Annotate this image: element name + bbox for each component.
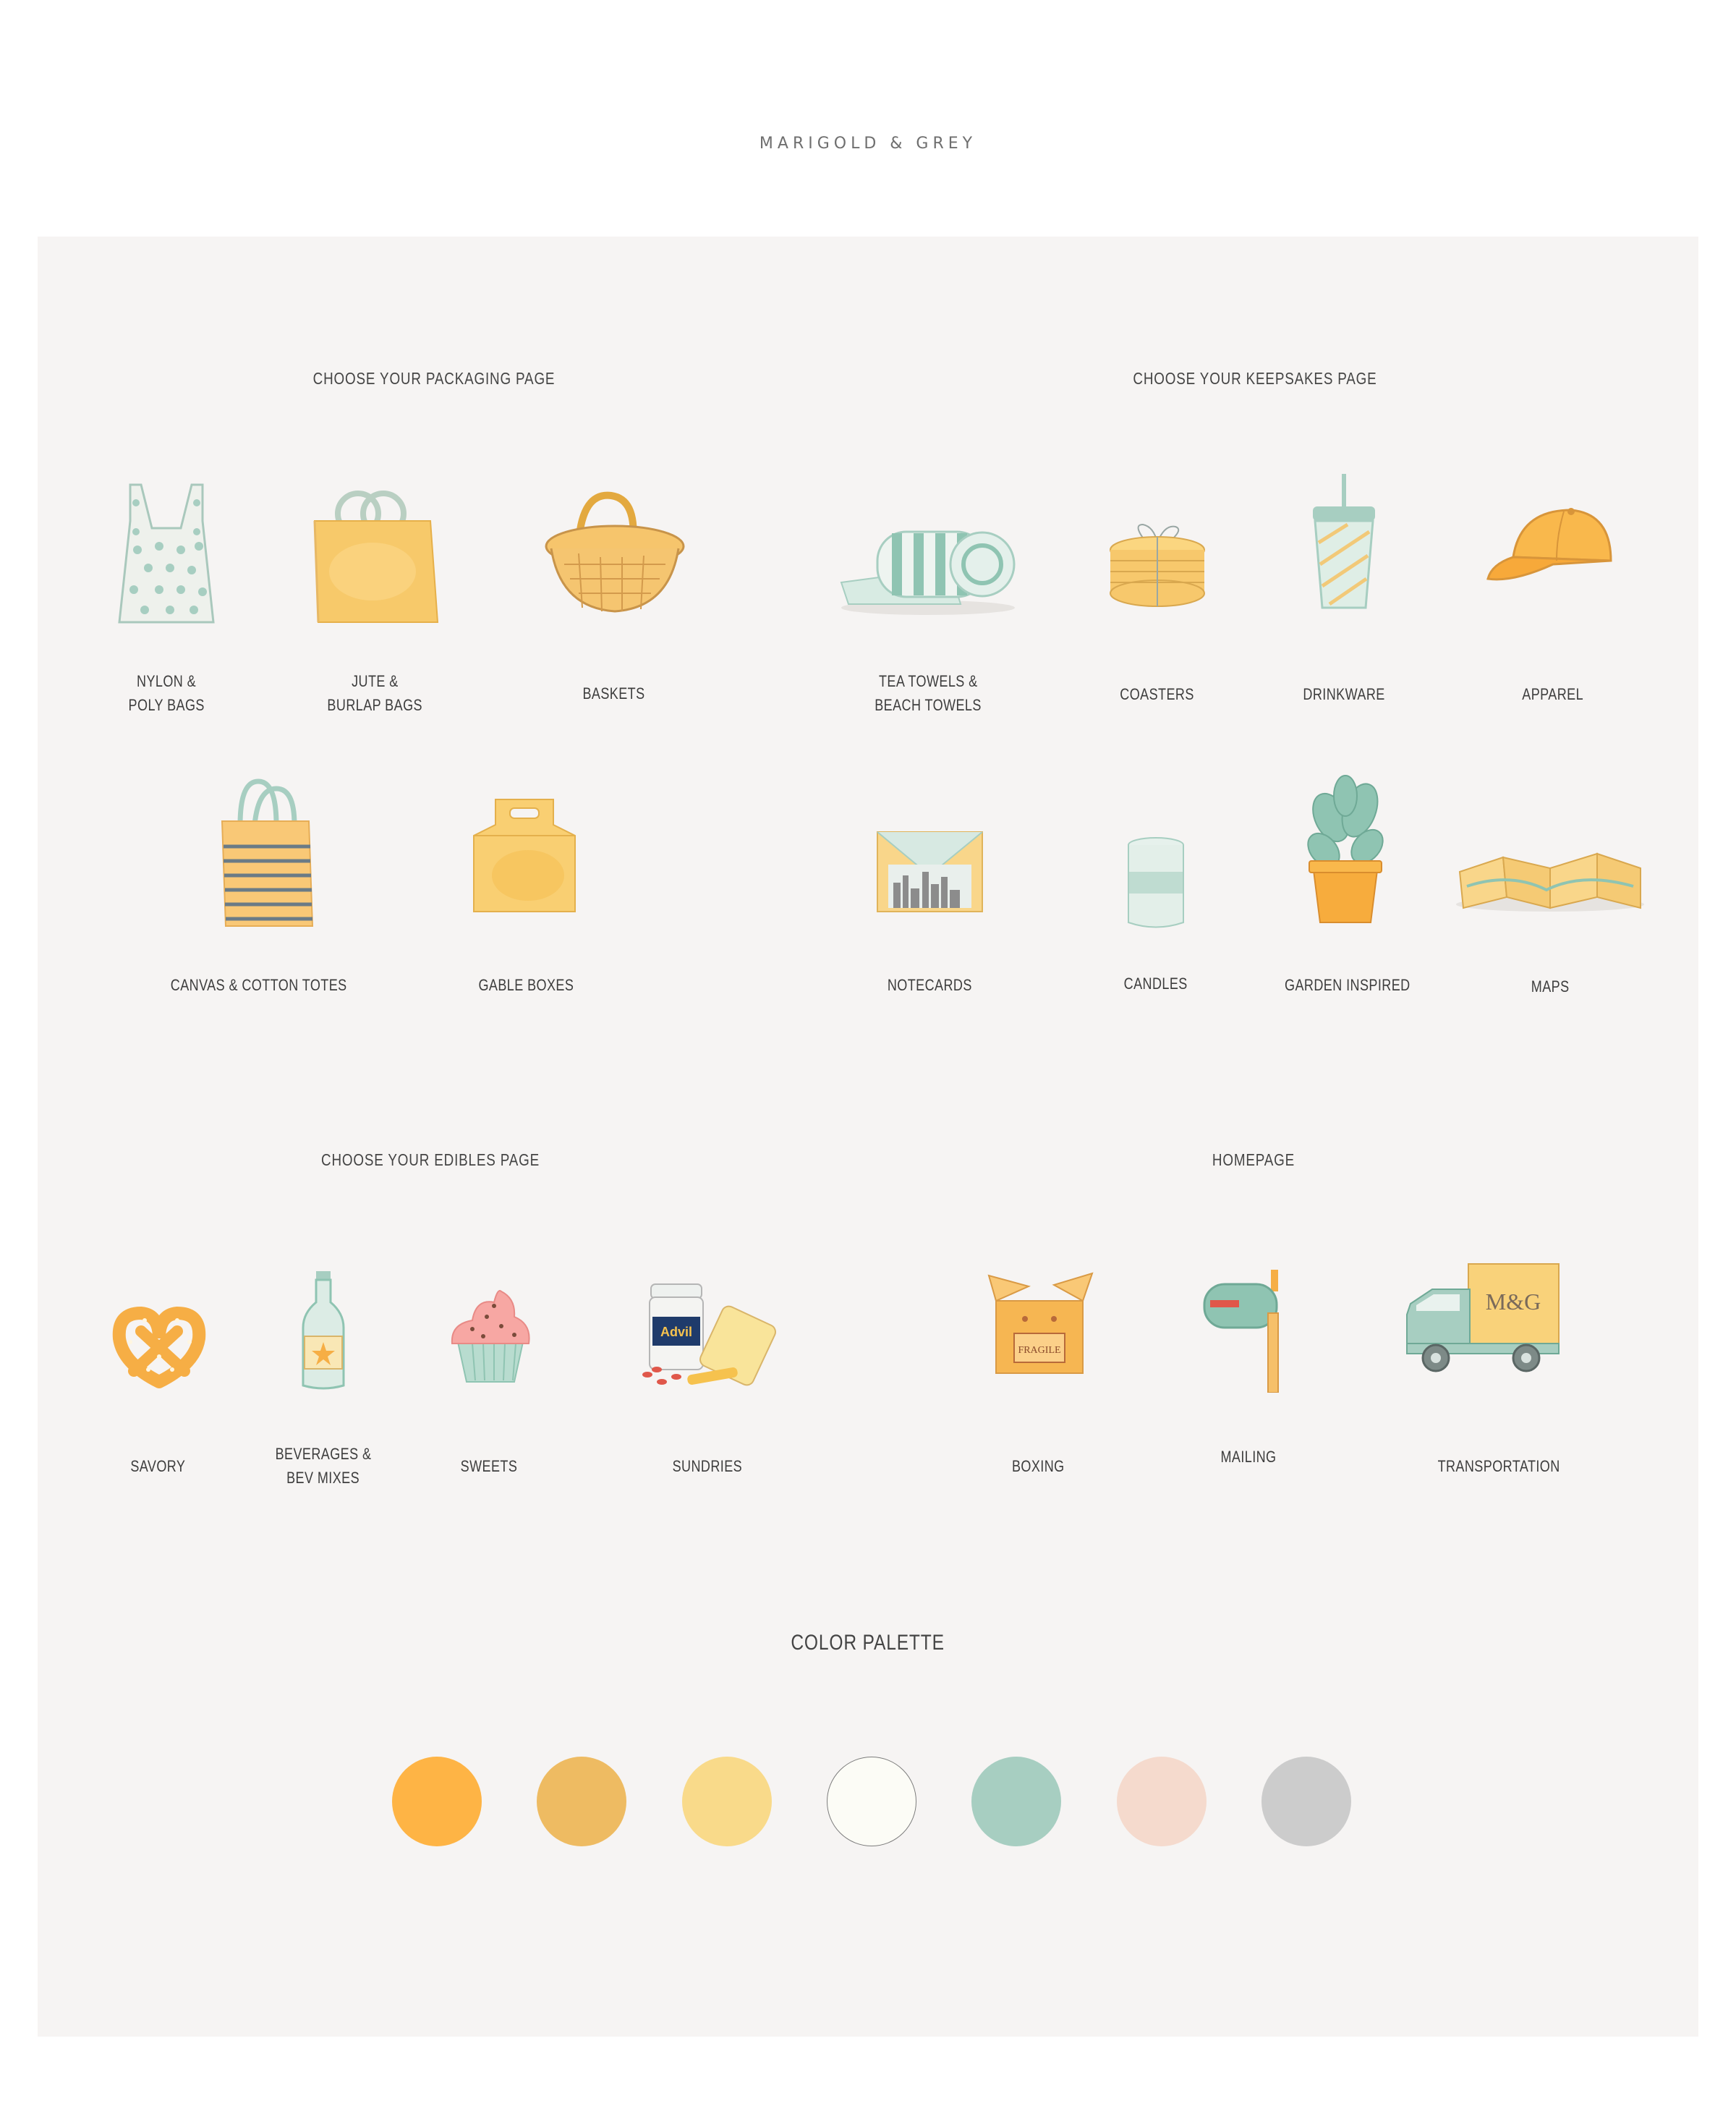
fragile-text: FRAGILE [1018,1345,1060,1356]
packaging-item-baskets[interactable] [495,485,734,622]
polka-dot-bag-icon [118,483,215,624]
keepsake-item-notecards[interactable] [809,825,1047,919]
keepsake-item-apparel[interactable] [1434,503,1672,597]
packaging-item-nylon-bags[interactable] [47,470,286,629]
label-notecards: NOTECARDS [887,976,972,994]
palette-swatch-2 [537,1757,626,1846]
pretzel-icon [112,1306,206,1388]
section-title-edibles: CHOOSE YOUR EDIBLES PAGE [321,1150,540,1169]
label-boxing: BOXING [1011,1457,1065,1475]
home-item-mailing[interactable] [1121,1262,1360,1393]
truck-logo-text: M&G [1486,1289,1541,1315]
fragile-box-icon: FRAGILE [987,1272,1094,1374]
jute-bag-icon [313,491,439,623]
basket-icon [545,491,685,613]
home-item-transportation[interactable]: M&G [1363,1260,1602,1376]
keepsake-item-towels[interactable] [809,517,1047,619]
sundries-brand-text: Advil [660,1325,692,1339]
delivery-truck-icon: M&G [1406,1263,1560,1372]
sundries-icon: Advil [642,1283,776,1386]
palette-swatch-1 [392,1757,482,1846]
label-towels: TEA TOWELS & BEACH TOWELS [875,672,982,714]
label-mailing: MAILING [1220,1448,1277,1466]
brand-wordmark: MARIGOLD & GREY [759,135,977,153]
edible-item-sundries[interactable]: Advil [590,1277,828,1393]
bottle-icon [302,1271,345,1390]
packaging-item-canvas-totes[interactable] [146,774,385,933]
label-drinkware: DRINKWARE [1303,685,1385,703]
folded-map-icon [1456,852,1644,912]
label-canvas-totes: CANVAS & COTTON TOTES [171,976,347,994]
tumbler-icon [1313,474,1375,609]
label-gable-boxes: GABLE BOXES [478,976,574,994]
label-sweets: SWEETS [460,1457,518,1475]
palette-swatch-5 [971,1757,1061,1846]
section-title-homepage: HOMEPAGE [1212,1150,1295,1169]
label-baskets: BASKETS [582,684,645,703]
potted-plant-icon [1307,775,1384,923]
packaging-item-gable-boxes[interactable] [405,792,644,922]
edible-item-sweets[interactable] [371,1284,610,1385]
palette-swatch-7 [1261,1757,1351,1846]
mailbox-icon [1203,1270,1279,1393]
coasters-icon [1110,523,1205,607]
palette-swatch-3 [682,1757,772,1846]
notecard-icon [877,831,983,912]
keepsake-item-drinkware[interactable] [1225,470,1463,615]
packaging-item-jute-bags[interactable] [253,478,492,629]
cap-icon [1486,508,1612,581]
striped-tote-icon [221,778,314,927]
label-apparel: APPAREL [1522,685,1584,703]
label-maps: MAPS [1531,977,1570,996]
palette-title: COLOR PALETTE [791,1631,945,1655]
label-transportation: TRANSPORTATION [1437,1457,1560,1475]
label-sundries: SUNDRIES [672,1457,743,1475]
section-title-keepsakes: CHOOSE YOUR KEEPSAKES PAGE [1133,369,1377,388]
gable-box-icon [473,799,576,912]
keepsake-item-maps[interactable] [1431,843,1669,915]
keepsake-item-garden[interactable] [1226,774,1465,926]
cupcake-icon [451,1290,530,1383]
palette-swatch-6 [1117,1757,1207,1846]
rolled-towel-icon [840,530,1016,615]
palette-swatch-4 [827,1757,916,1846]
section-title-packaging: CHOOSE YOUR PACKAGING PAGE [312,369,556,388]
label-nylon-bags: NYLON & POLY BAGS [128,672,205,714]
label-jute-bags: JUTE & BURLAP BAGS [327,672,422,714]
candle-icon [1128,837,1184,928]
